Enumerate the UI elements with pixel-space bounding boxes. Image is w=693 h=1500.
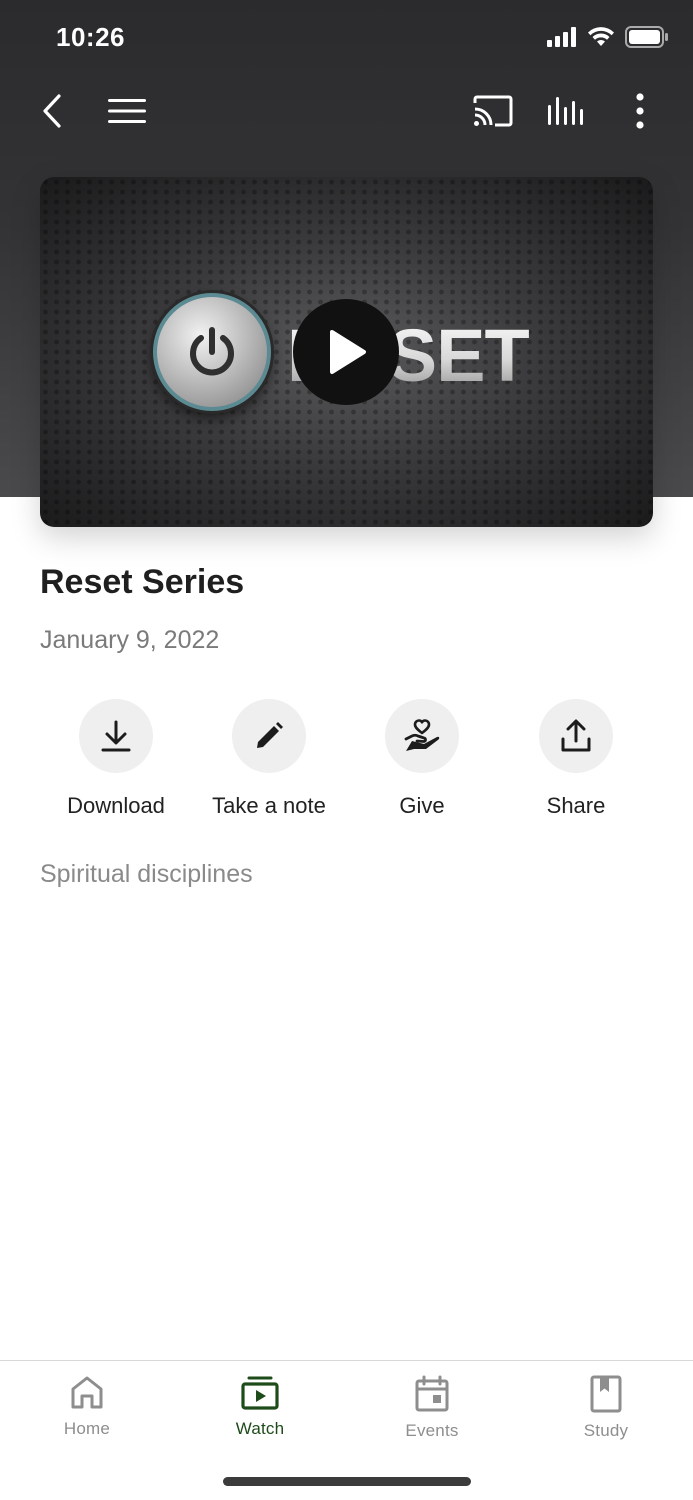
cast-button[interactable] [470, 78, 516, 144]
tab-events[interactable]: Events [362, 1375, 502, 1441]
download-button[interactable]: Download [41, 699, 191, 819]
wifi-icon [588, 27, 614, 46]
tab-study-label: Study [583, 1421, 629, 1440]
equalizer-icon [548, 97, 583, 125]
publish-date: January 9, 2022 [40, 626, 220, 654]
play-icon [330, 330, 366, 374]
share-button[interactable]: Share [501, 699, 651, 819]
power-button-graphic [153, 293, 271, 411]
signal-icon [547, 27, 576, 47]
menu-icon [108, 99, 146, 123]
download-icon [101, 720, 131, 752]
tab-study[interactable]: Study [536, 1375, 676, 1441]
tab-home-label: Home [63, 1419, 111, 1438]
give-button[interactable]: Give [347, 699, 497, 819]
category-tag: Spiritual disciplines [40, 860, 253, 888]
download-label: Download [67, 793, 165, 818]
home-icon [71, 1376, 103, 1409]
back-button[interactable] [30, 78, 74, 144]
bookmark-icon [590, 1375, 622, 1413]
calendar-icon [415, 1375, 449, 1412]
pencil-icon [257, 722, 283, 748]
take-note-label: Take a note [212, 793, 326, 818]
audio-button[interactable] [543, 78, 589, 144]
home-indicator [223, 1477, 471, 1486]
share-circle [539, 699, 613, 773]
download-circle [79, 699, 153, 773]
tab-watch-label: Watch [235, 1419, 285, 1438]
power-icon [190, 327, 234, 376]
status-icons [547, 26, 669, 48]
tab-events-label: Events [405, 1421, 459, 1440]
tab-home[interactable]: Home [17, 1375, 157, 1439]
watch-icon [241, 1376, 279, 1410]
hand-heart-icon [404, 719, 440, 751]
status-bar: 10:26 [0, 0, 693, 78]
back-icon [43, 94, 61, 128]
more-button[interactable] [620, 78, 660, 144]
page-title: Reset Series [40, 563, 245, 601]
menu-button[interactable] [104, 78, 150, 144]
status-time: 10:26 [56, 22, 125, 52]
take-note-button[interactable]: Take a note [194, 699, 344, 819]
top-bar [0, 78, 693, 144]
battery-icon [625, 26, 668, 48]
more-vertical-icon [636, 93, 644, 129]
share-icon [561, 719, 591, 752]
action-row: Download Take a note Give Share [0, 699, 693, 829]
video-thumbnail[interactable]: RESET [40, 177, 653, 527]
share-label: Share [546, 793, 606, 818]
play-button[interactable] [293, 299, 399, 405]
give-circle [385, 699, 459, 773]
take-note-circle [232, 699, 306, 773]
cast-icon [473, 95, 513, 127]
give-label: Give [399, 793, 445, 818]
tab-watch[interactable]: Watch [190, 1375, 330, 1439]
